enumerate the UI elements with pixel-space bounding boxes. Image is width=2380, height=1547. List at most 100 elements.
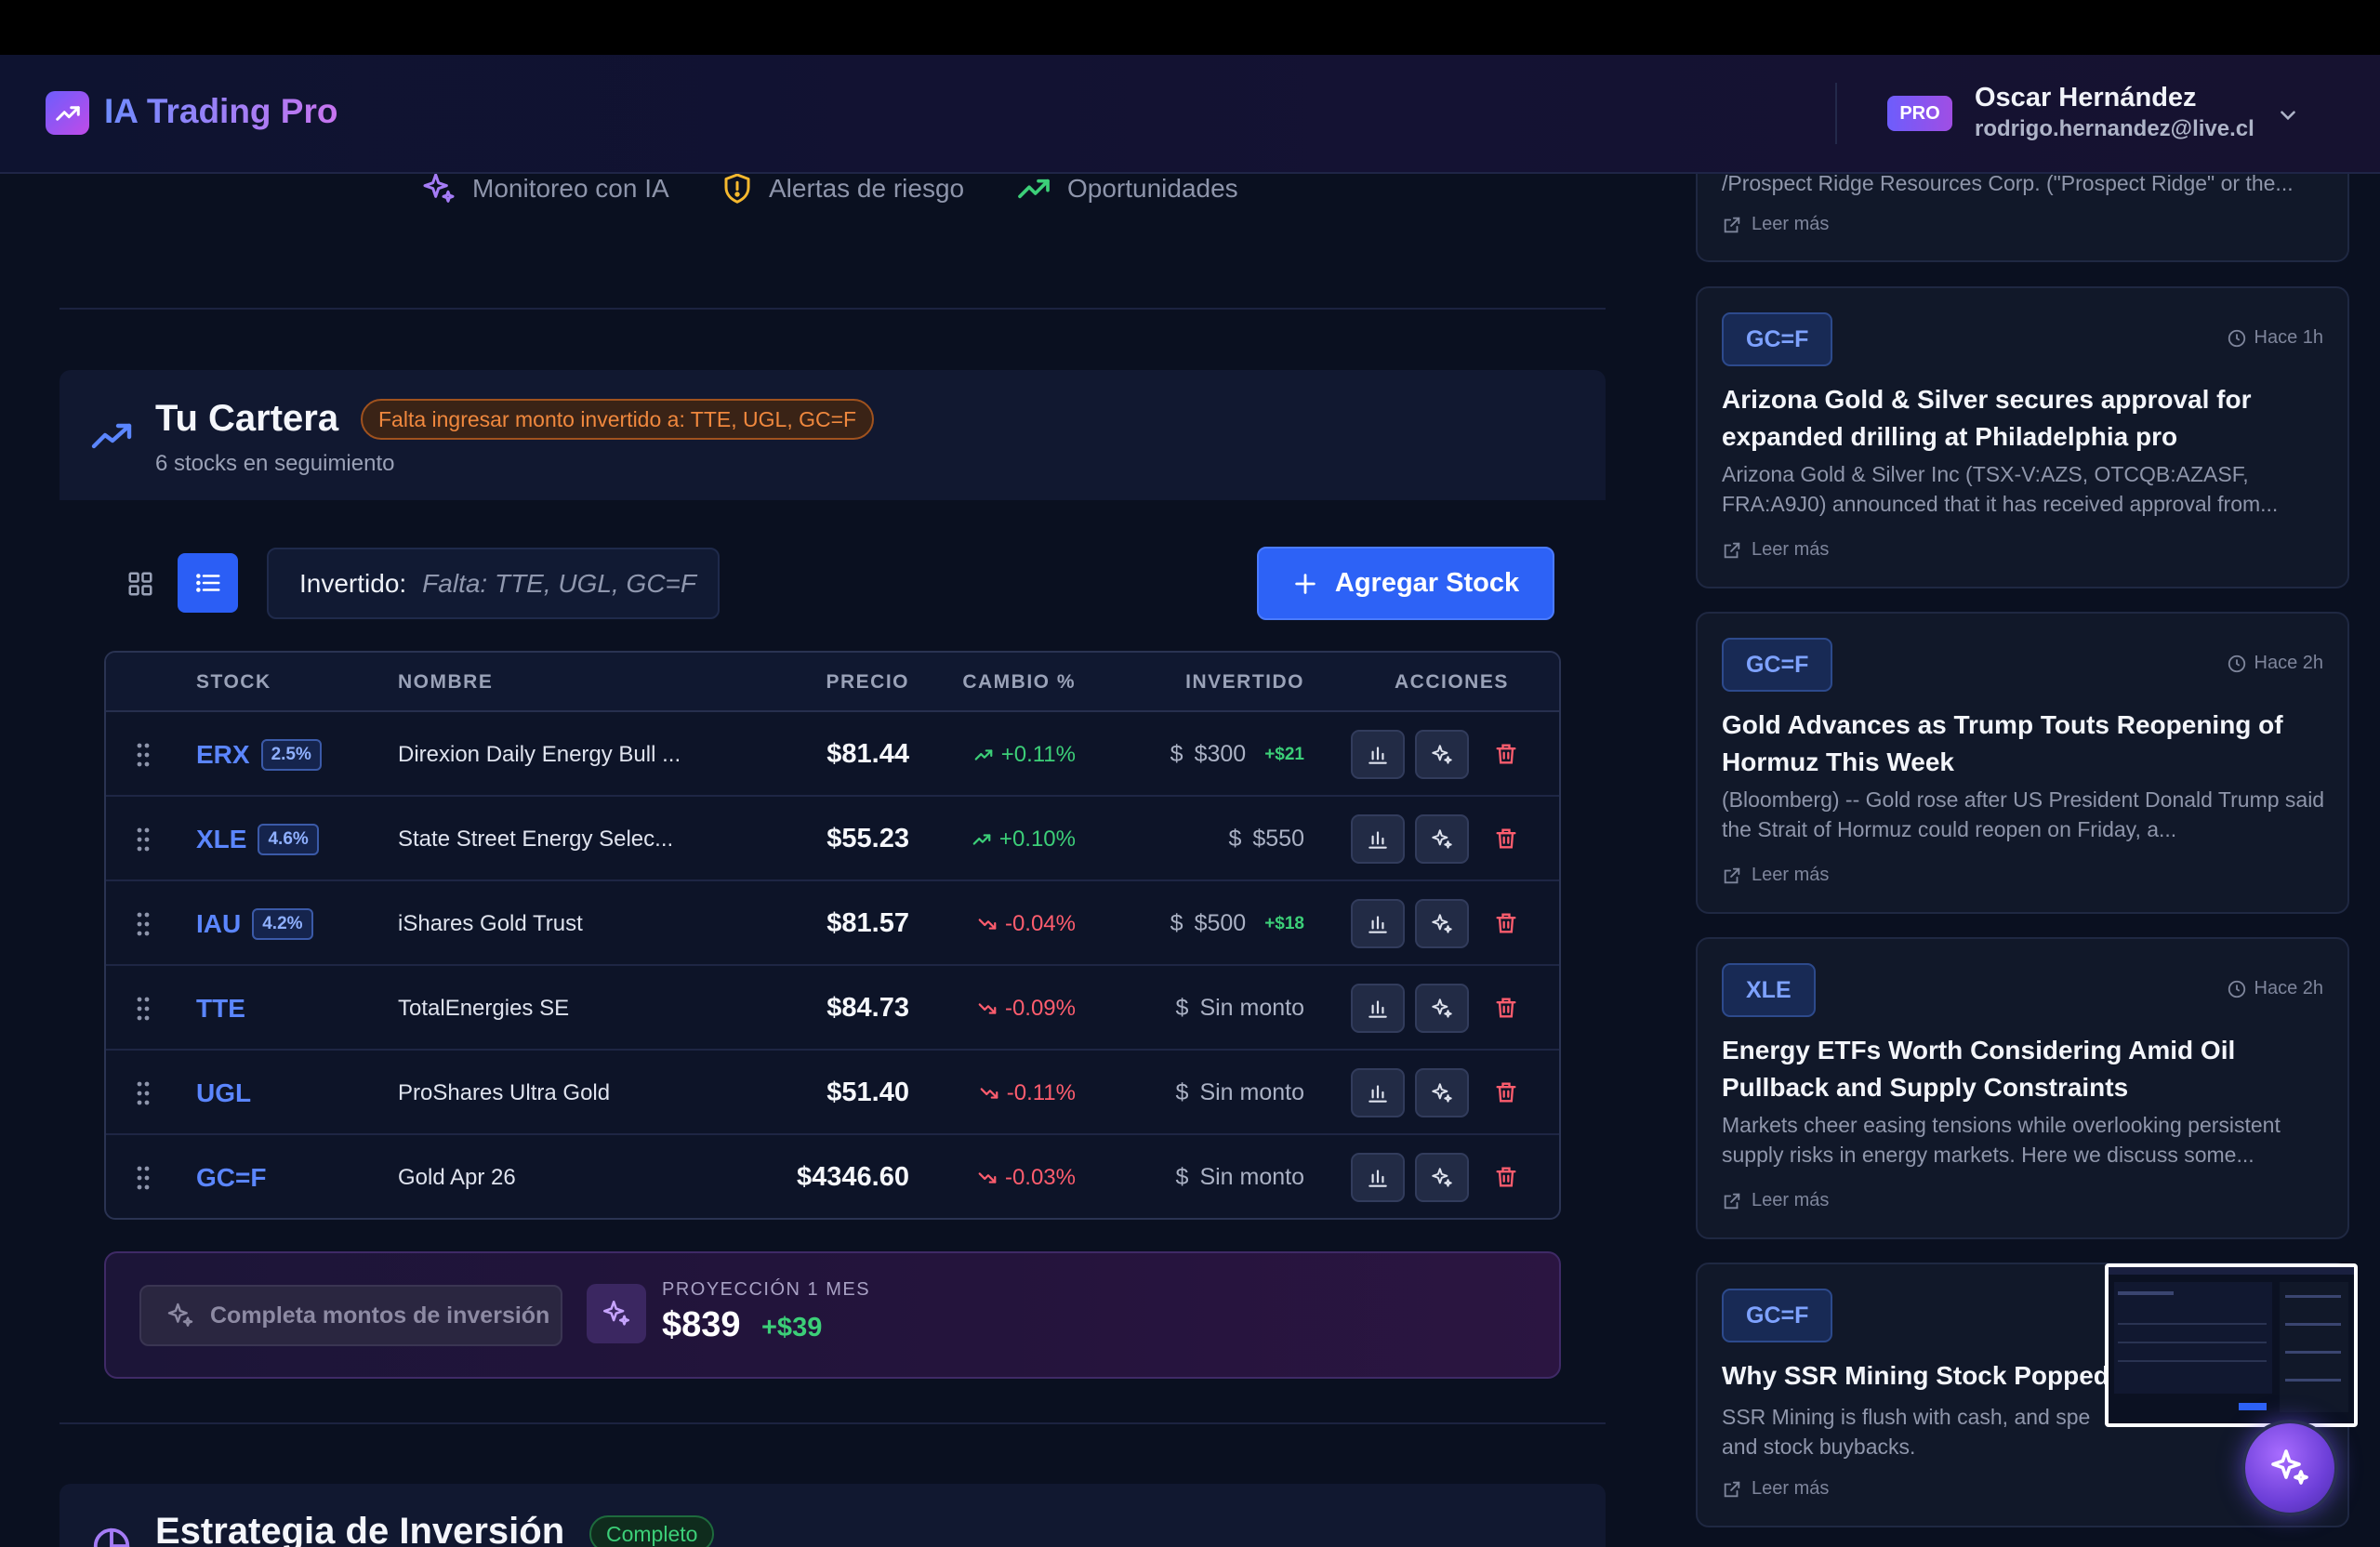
chart-button[interactable] [1351,730,1405,779]
drag-handle[interactable] [136,1135,151,1218]
read-more-link[interactable]: Leer más [1722,539,1829,561]
sparkles-icon [1432,913,1452,933]
trending-up-icon [972,833,991,845]
column-header-price[interactable]: PRECIO [826,671,909,694]
stock-ticker[interactable]: GC=F [196,1135,266,1218]
grid-view-button[interactable] [122,565,159,602]
news-title[interactable]: Gold Advances as Trump Touts Reopening o… [1722,707,2326,781]
drag-handle[interactable] [136,881,151,966]
ai-analysis-button[interactable] [1415,814,1469,864]
drag-handle[interactable] [136,1051,151,1135]
column-header-stock[interactable]: STOCK [196,671,271,694]
column-header-change[interactable]: CAMBIO % [962,671,1076,694]
stock-ticker[interactable]: TTE [196,966,245,1051]
news-card[interactable]: GC=F Hace 1h Arizona Gold & Silver secur… [1696,286,2349,588]
invested-amount: $300 [1194,741,1247,767]
sparkles-icon [2271,1449,2308,1485]
chart-button[interactable] [1351,984,1405,1033]
stock-name: State Street Energy Selec... [398,826,674,852]
stock-invested[interactable]: $ Sin monto [1176,1135,1304,1218]
change-value: -0.09% [1004,995,1076,1021]
trash-icon[interactable] [1493,910,1519,936]
stock-ticker[interactable]: ERX 2.5% [196,712,322,797]
user-name[interactable]: Oscar Hernández [1975,83,2197,113]
ai-analysis-button[interactable] [1415,730,1469,779]
drag-handle-icon [137,743,150,766]
bar-chart-icon [1368,746,1387,764]
news-ticker-tag[interactable]: XLE [1722,963,1816,1017]
app-logo[interactable] [46,91,89,135]
stock-ticker[interactable]: XLE 4.6% [196,797,319,881]
projection-value: $839 [662,1305,741,1344]
currency-symbol: $ [1170,910,1183,936]
stock-ticker[interactable]: UGL [196,1051,251,1135]
trending-down-icon [978,1171,997,1183]
drag-handle[interactable] [136,797,151,881]
stock-invested[interactable]: $ Sin monto [1176,1051,1304,1135]
column-header-invested[interactable]: INVERTIDO [1185,671,1304,694]
news-title[interactable]: Energy ETFs Worth Considering Amid Oil P… [1722,1032,2326,1106]
table-row[interactable]: XLE 4.6% State Street Energy Selec... $55.2… [106,797,1559,881]
drag-handle-icon [137,1166,150,1189]
external-link-icon [1724,867,1740,883]
column-header-name[interactable]: NOMBRE [398,671,493,694]
screenshot-preview-thumbnail[interactable] [2105,1263,2358,1427]
app-title[interactable]: IA Trading Pro [104,92,337,131]
ai-analysis-button[interactable] [1415,1068,1469,1117]
chart-button[interactable] [1351,1068,1405,1117]
news-card[interactable]: XLE Hace 2h Energy ETFs Worth Considerin… [1696,937,2349,1239]
news-title[interactable]: Arizona Gold & Silver secures approval f… [1722,381,2326,456]
news-time: Hace 2h [2227,653,2323,674]
stock-invested[interactable]: $ Sin monto [1176,966,1304,1051]
read-more-label: Leer más [1752,539,1830,560]
news-ticker-tag[interactable]: GC=F [1722,312,1833,366]
stock-ticker[interactable]: IAU 4.2% [196,881,313,966]
trash-icon[interactable] [1493,995,1519,1021]
read-more-label: Leer más [1752,1190,1830,1210]
read-more-link[interactable]: Leer más [1722,1190,1829,1211]
read-more-link[interactable]: Leer más [1722,214,1829,235]
chevron-down-icon[interactable] [2276,103,2300,127]
feature-label: Oportunidades [1067,174,1238,203]
currency-symbol: $ [1170,741,1183,767]
table-row[interactable]: GC=F Gold Apr 26 $4346.60 -0.03% $ Sin monto [106,1135,1559,1218]
news-ticker-tag[interactable]: GC=F [1722,638,1833,692]
stock-invested[interactable]: $ $500 +$18 [1170,881,1304,966]
ai-analysis-button[interactable] [1415,899,1469,948]
ai-assistant-button[interactable] [2241,1420,2338,1516]
invested-amount: $550 [1252,826,1304,852]
drag-handle[interactable] [136,712,151,797]
column-header-actions: ACCIONES [1395,671,1509,693]
feature-label: Monitoreo con IA [472,174,669,203]
chart-button[interactable] [1351,814,1405,864]
trash-icon[interactable] [1493,826,1519,852]
table-row[interactable]: UGL ProShares Ultra Gold $51.40 -0.11% $ Sin … [106,1051,1559,1135]
chart-button[interactable] [1351,1153,1405,1202]
read-more-link[interactable]: Leer más [1722,1478,1829,1500]
stock-price: $4346.60 [797,1162,909,1192]
chart-button[interactable] [1351,899,1405,948]
add-stock-button[interactable]: Agregar Stock [1257,547,1554,620]
trash-icon[interactable] [1493,1079,1519,1105]
trending-up-icon [1018,178,1050,199]
external-link-icon [1724,1193,1740,1209]
bar-chart-icon [1368,999,1387,1018]
trash-icon[interactable] [1493,1164,1519,1190]
strategy-title: Estrategia de Inversión [155,1511,565,1547]
list-view-button[interactable] [178,553,238,613]
change-value: -0.03% [1004,1164,1076,1190]
complete-amounts-button[interactable]: Completa montos de inversión [139,1285,562,1346]
stock-invested[interactable]: $ $300 +$21 [1170,712,1304,797]
ai-analysis-button[interactable] [1415,984,1469,1033]
read-more-link[interactable]: Leer más [1722,865,1829,886]
drag-handle-icon [137,912,150,935]
ai-analysis-button[interactable] [1415,1153,1469,1202]
table-row[interactable]: IAU 4.2% iShares Gold Trust $81.57 -0.04% $ $5… [106,881,1559,966]
table-row[interactable]: TTE TotalEnergies SE $84.73 -0.09% $ Sin mont… [106,966,1559,1051]
stock-invested[interactable]: $ $550 [1228,797,1304,881]
news-card[interactable]: GC=F Hace 2h Gold Advances as Trump Tout… [1696,612,2349,914]
drag-handle[interactable] [136,966,151,1051]
trash-icon[interactable] [1493,741,1519,767]
table-row[interactable]: ERX 2.5% Direxion Daily Energy Bull ... $81… [106,712,1559,797]
news-ticker-tag[interactable]: GC=F [1722,1289,1833,1342]
